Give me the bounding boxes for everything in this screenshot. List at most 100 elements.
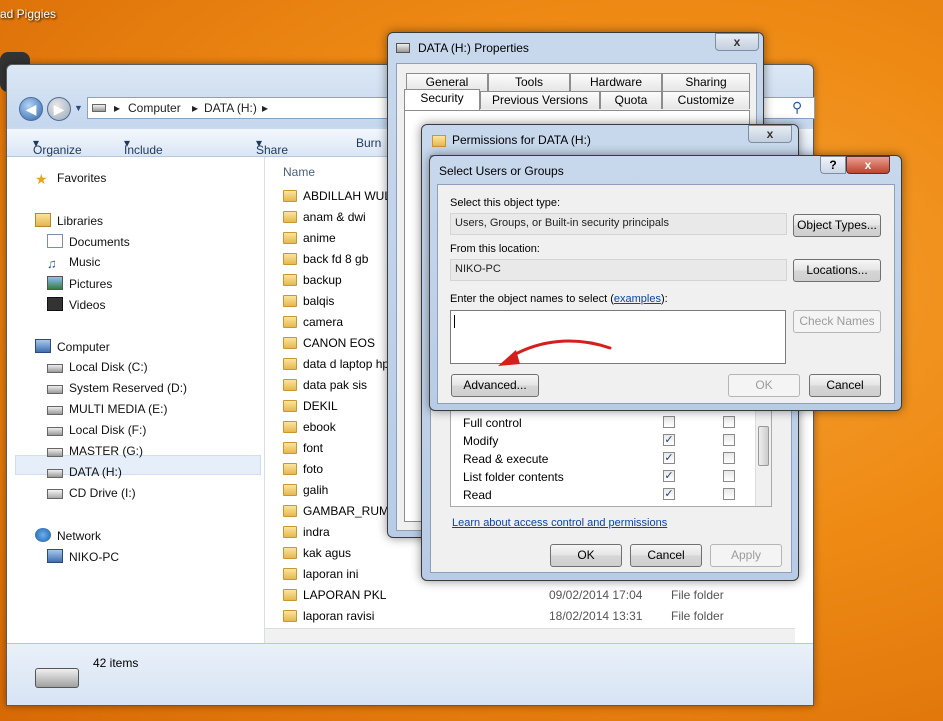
nav-drive-h[interactable]: DATA (H:) [47,465,122,479]
back-button[interactable]: ◀ [19,97,43,121]
nav-drive-f[interactable]: Local Disk (F:) [47,423,146,437]
nav-libraries[interactable]: Libraries [35,213,103,228]
object-names-label-post: ): [660,293,668,305]
locations-button[interactable]: Locations... [793,259,881,282]
close-button[interactable]: x [846,156,890,174]
videos-label: Videos [69,298,106,312]
include-library-button[interactable]: Include in library ▾ [124,136,163,185]
item-count: 42 items [93,656,139,670]
allow-checkbox[interactable]: ✓ [663,434,675,446]
deny-checkbox[interactable] [723,434,735,446]
nav-computer[interactable]: Computer [35,339,110,354]
nav-drive-i[interactable]: CD Drive (I:) [47,486,136,500]
scroll-thumb[interactable] [758,426,769,466]
videos-icon [47,297,63,311]
file-name: galih [303,483,329,497]
ok-button[interactable]: OK [550,544,622,567]
permission-row: Modify ✓ [451,432,751,450]
permissions-list: Full control Modify ✓ Read & execute ✓ List f… [450,409,772,507]
object-types-button[interactable]: Object Types... [793,214,881,237]
search-icon[interactable]: ⚲ [792,99,802,116]
object-type-field: Users, Groups, or Built-in security prin… [450,213,787,235]
recent-pages-icon[interactable]: ▼ [74,103,83,113]
computer-icon [35,339,51,353]
tab-tools[interactable]: Tools [488,73,570,91]
object-names-label-pre: Enter the object names to select ( [450,293,614,305]
nav-network[interactable]: Network [35,528,101,543]
favorites-label: Favorites [57,171,107,185]
nav-drive-g[interactable]: MASTER (G:) [47,444,143,458]
nav-drive-d[interactable]: System Reserved (D:) [47,381,187,395]
cancel-button[interactable]: Cancel [809,374,881,397]
allow-checkbox[interactable]: ✓ [663,470,675,482]
chevron-right-icon[interactable]: ▸ [192,101,198,115]
drive-icon [47,448,63,457]
organize-button[interactable]: Organize ▾ [33,136,82,157]
chevron-right-icon[interactable]: ▸ [262,101,268,115]
permission-label: List folder contents [463,470,564,484]
file-name: foto [303,462,324,476]
drive-label: MULTI MEDIA (E:) [69,402,168,416]
nav-drive-e[interactable]: MULTI MEDIA (E:) [47,402,167,416]
burn-button[interactable]: Burn [356,136,381,150]
deny-checkbox[interactable] [723,416,735,428]
star-icon: ★ [35,171,48,187]
horizontal-scrollbar[interactable] [265,628,795,643]
nav-favorites[interactable]: ★ Favorites [35,171,107,187]
deny-checkbox[interactable] [723,452,735,464]
permission-label: Read & execute [463,452,549,466]
nav-videos[interactable]: Videos [47,297,105,312]
folder-icon [283,358,297,370]
file-name: DEKIL [303,399,338,413]
organize-label: Organize [33,143,82,157]
nav-niko-pc[interactable]: NIKO-PC [47,549,119,564]
text-cursor [454,315,455,328]
drive-icon [47,427,63,436]
nav-drive-c[interactable]: Local Disk (C:) [47,360,148,374]
folder-icon [283,610,297,622]
file-name: back fd 8 gb [303,252,369,266]
drive-label: MASTER (G:) [69,444,143,458]
folder-icon [283,442,297,454]
learn-permissions-link[interactable]: Learn about access control and permissio… [452,517,667,529]
folder-icon [283,484,297,496]
permission-row: Read ✓ [451,486,751,504]
file-name: GAMBAR_RUMA [303,504,398,518]
column-header-name[interactable]: Name [283,165,315,179]
tab-security[interactable]: Security [404,89,480,111]
tab-hardware[interactable]: Hardware [570,73,662,91]
allow-checkbox[interactable]: ✓ [663,452,675,464]
select-users-title: Select Users or Groups [439,164,564,178]
breadcrumb-computer[interactable]: Computer [128,101,181,115]
tab-quota[interactable]: Quota [600,91,662,109]
file-row[interactable]: LAPORAN PKL 09/02/2014 17:04 File folder [283,586,803,607]
close-button[interactable]: x [715,33,759,51]
permission-row: List folder contents ✓ [451,468,751,486]
cancel-button[interactable]: Cancel [630,544,702,567]
libraries-label: Libraries [57,214,104,228]
examples-link[interactable]: examples [614,293,661,305]
breadcrumb-data[interactable]: DATA (H:) [204,101,257,115]
tab-customize[interactable]: Customize [662,91,750,109]
chevron-right-icon[interactable]: ▸ [114,101,120,115]
tab-sharing[interactable]: Sharing [662,73,750,91]
deny-checkbox[interactable] [723,470,735,482]
folder-icon [283,463,297,475]
tab-previous-versions[interactable]: Previous Versions [480,91,600,109]
share-with-button[interactable]: Share with ▾ [256,136,288,171]
nav-music[interactable]: ♫ Music [47,255,100,271]
permissions-scrollbar[interactable] [755,410,771,506]
nav-documents[interactable]: Documents [47,234,130,249]
ok-button: OK [728,374,800,397]
help-button[interactable]: ? [820,156,846,174]
nav-pictures[interactable]: Pictures [47,276,112,291]
file-type: File folder [671,609,724,623]
deny-checkbox[interactable] [723,488,735,500]
allow-checkbox[interactable] [663,416,675,428]
file-row[interactable]: laporan ravisi 18/02/2014 13:31 File folde… [283,607,803,628]
forward-button[interactable]: ▶ [47,97,71,121]
folder-icon [283,568,297,580]
allow-checkbox[interactable]: ✓ [663,488,675,500]
close-button[interactable]: x [748,125,792,143]
desktop-icon-label[interactable]: ad Piggies [0,7,56,21]
